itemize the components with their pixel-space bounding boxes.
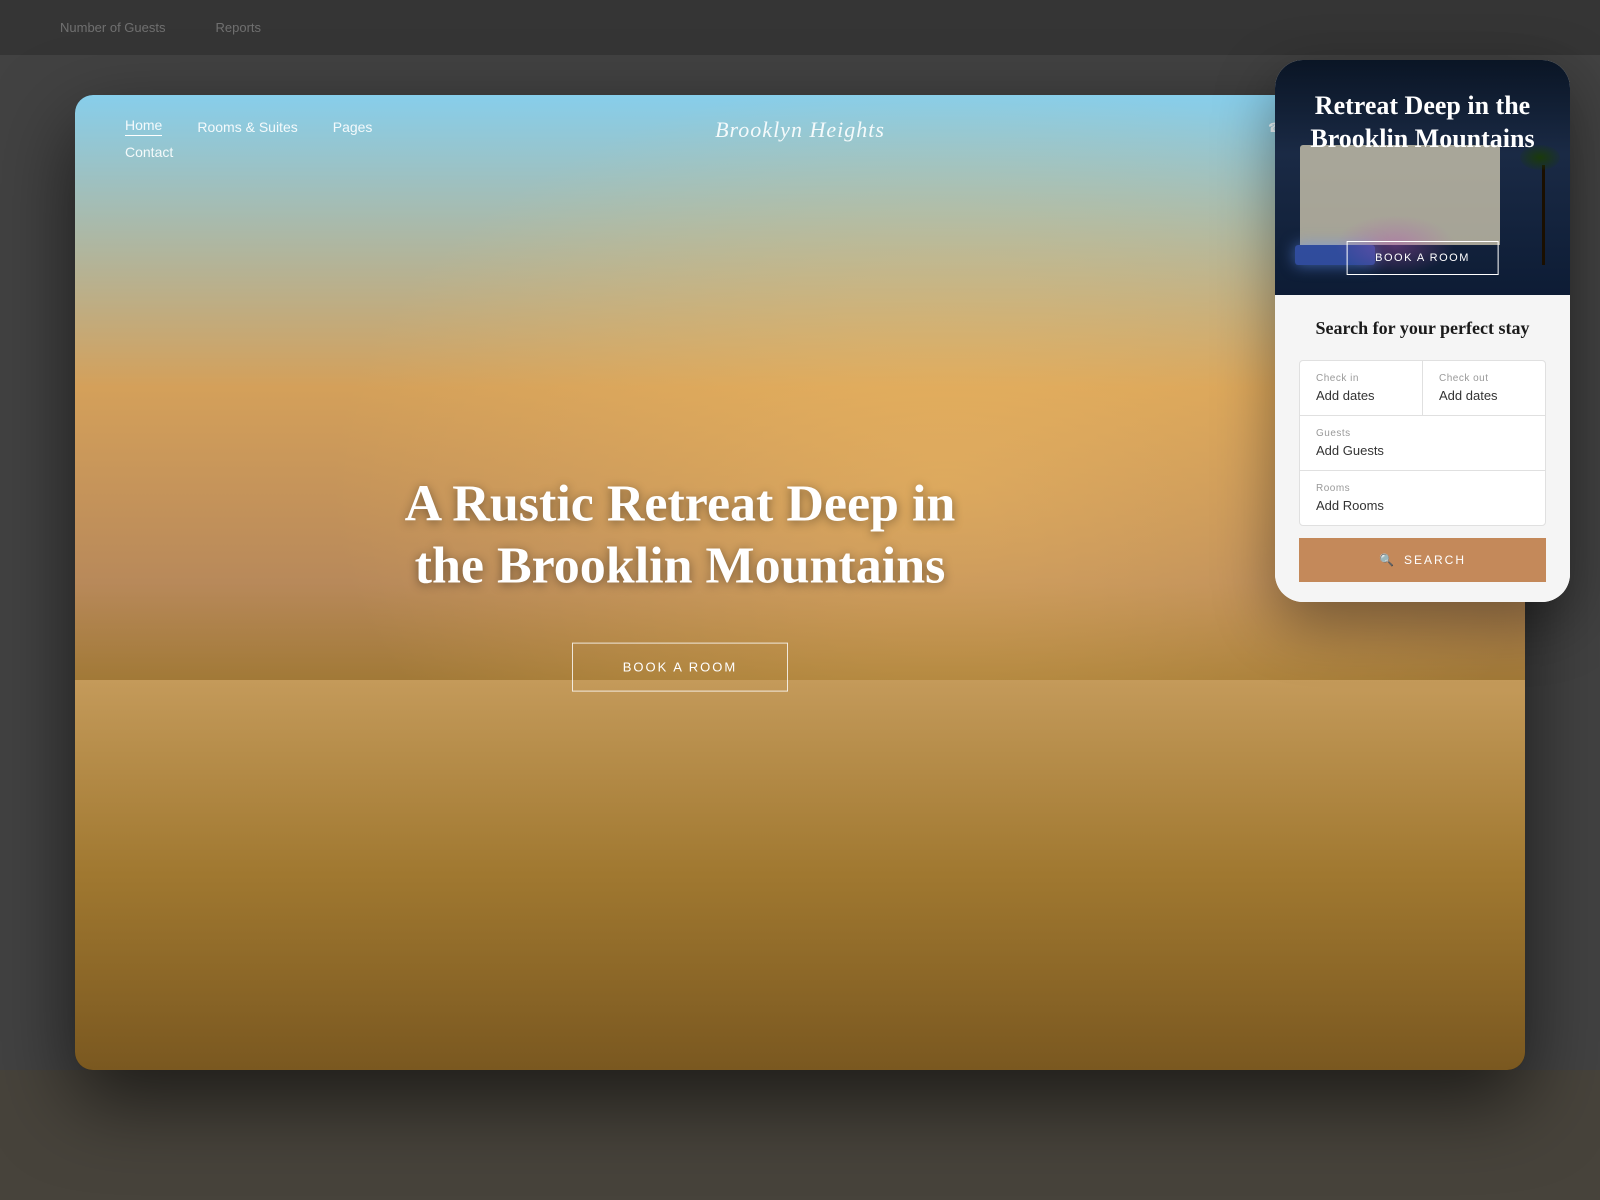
- hero-content: A Rustic Retreat Deep in the Brooklin Mo…: [380, 473, 980, 692]
- search-label: SEARCH: [1404, 553, 1466, 567]
- bg-nav-reports: Reports: [216, 20, 262, 35]
- brand-name: Brooklyn Heights: [715, 117, 885, 142]
- checkout-label: Check out: [1439, 373, 1529, 384]
- book-room-button[interactable]: BOOK A ROOM: [572, 643, 788, 692]
- guests-label: Guests: [1316, 428, 1529, 439]
- rooms-value: Add Rooms: [1316, 498, 1529, 513]
- desert-floor: [75, 680, 1525, 1070]
- checkout-field[interactable]: Check out Add dates: [1423, 361, 1545, 415]
- phone-book-room-button[interactable]: BOOK A ROOM: [1346, 241, 1499, 275]
- bg-nav-guests: Number of Guests: [60, 20, 166, 35]
- checkout-value: Add dates: [1439, 388, 1529, 403]
- phone-hero-title: Retreat Deep in the Brooklin Mountains: [1275, 90, 1570, 155]
- hero-title: A Rustic Retreat Deep in the Brooklin Mo…: [380, 473, 980, 598]
- nav-rooms-suites[interactable]: Rooms & Suites: [197, 119, 297, 135]
- phone-hero-image: Retreat Deep in the Brooklin Mountains B…: [1275, 60, 1570, 295]
- nav-contact[interactable]: Contact: [125, 144, 173, 160]
- nav-second-row: Contact: [125, 144, 1475, 162]
- search-title: Search for your perfect stay: [1299, 317, 1546, 340]
- checkin-value: Add dates: [1316, 388, 1406, 403]
- nav-left-items: Home Rooms & Suites Pages: [125, 117, 372, 136]
- date-row: Check in Add dates Check out Add dates: [1300, 361, 1545, 416]
- search-form: Check in Add dates Check out Add dates G…: [1299, 360, 1546, 526]
- search-panel: Search for your perfect stay Check in Ad…: [1275, 295, 1570, 602]
- guests-value: Add Guests: [1316, 443, 1529, 458]
- nav-center: Brooklyn Heights: [715, 117, 885, 143]
- background-bottom: [0, 1070, 1600, 1200]
- guests-field[interactable]: Guests Add Guests: [1300, 416, 1545, 471]
- nav-pages[interactable]: Pages: [333, 119, 373, 135]
- phone-mockup: Retreat Deep in the Brooklin Mountains B…: [1275, 60, 1570, 602]
- search-button[interactable]: 🔍 SEARCH: [1299, 538, 1546, 582]
- rooms-field[interactable]: Rooms Add Rooms: [1300, 471, 1545, 525]
- checkin-field[interactable]: Check in Add dates: [1300, 361, 1423, 415]
- checkin-label: Check in: [1316, 373, 1406, 384]
- nav-home[interactable]: Home: [125, 117, 162, 136]
- background-top-bar: Number of Guests Reports: [0, 0, 1600, 55]
- search-icon: 🔍: [1379, 553, 1396, 567]
- palm-trunk: [1542, 165, 1545, 265]
- rooms-label: Rooms: [1316, 483, 1529, 494]
